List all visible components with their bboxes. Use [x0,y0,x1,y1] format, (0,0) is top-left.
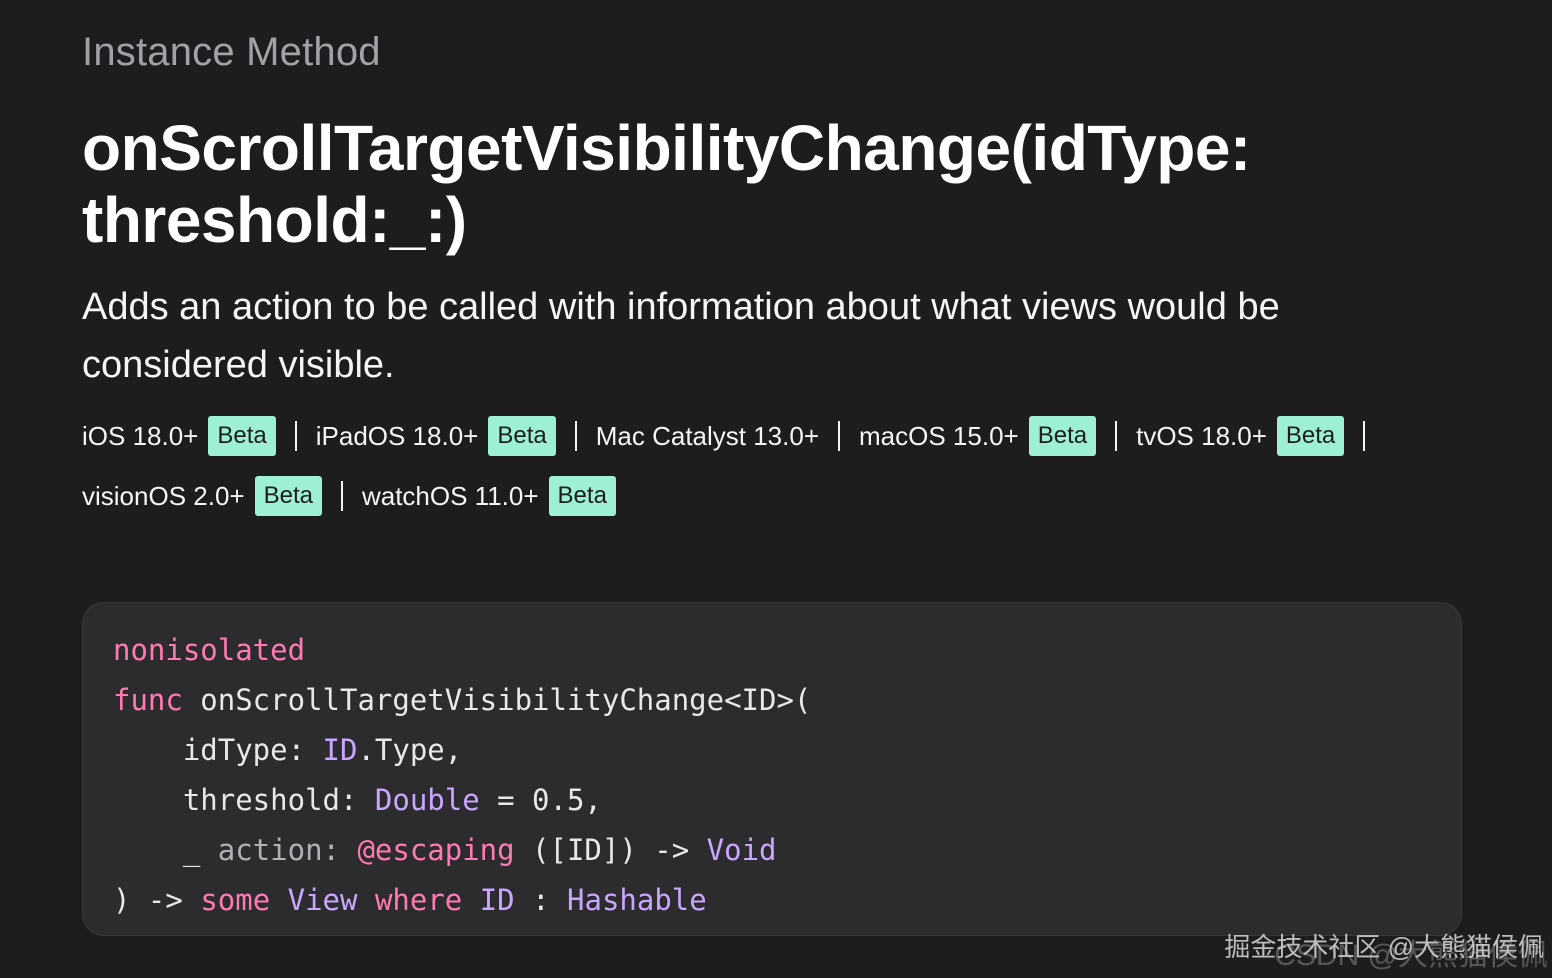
platform-name: iPadOS 18.0+ [315,420,479,451]
type-name[interactable]: ID [323,733,358,767]
param-label: action: [200,833,358,867]
page-title: onScrollTargetVisibilityChange(idType: t… [82,112,1442,256]
param-label: threshold: [182,783,375,817]
type-name[interactable]: View [288,883,358,917]
beta-badge: Beta [548,476,616,516]
abstract-text: Adds an action to be called with informa… [82,286,1280,386]
function-name: onScrollTargetVisibilityChange<ID>( [182,683,812,717]
code-text: ([ID]) -> [514,833,707,867]
platform-mac-catalyst: Mac Catalyst 13.0+ [596,416,819,456]
type-name[interactable]: Hashable [567,883,707,917]
beta-badge: Beta [254,476,322,516]
keyword: nonisolated [113,633,306,667]
type-name: ID [479,883,515,917]
code-text: .Type, [357,733,463,767]
beta-badge: Beta [208,416,276,456]
type-name[interactable]: Void [707,833,777,867]
symbol-kind-label: Instance Method [82,30,381,74]
code-line: ) -> some View where ID : Hashable [113,875,1431,925]
separator [294,421,297,451]
code-text: = 0.5, [479,783,602,817]
code-line: idType: ID.Type, [113,725,1431,775]
separator [838,421,841,451]
type-name[interactable]: Double [375,783,480,817]
platform-macos: macOS 15.0+ Beta [859,416,1097,456]
code-text: ) -> [113,883,201,917]
beta-badge: Beta [1276,416,1345,456]
platform-ipados: iPadOS 18.0+ Beta [316,416,556,456]
platform-watchos: watchOS 11.0+ Beta [362,476,616,516]
separator [340,481,343,511]
title-line-2: threshold:_:) [82,184,467,256]
code-text: : [514,883,568,917]
underscore: _ [182,833,201,867]
separator [1363,421,1366,451]
param-label: idType: [182,733,323,767]
code-line: threshold: Double = 0.5, [113,775,1431,825]
beta-badge: Beta [488,416,556,456]
platform-visionos: visionOS 2.0+ Beta [82,476,322,516]
beta-badge: Beta [1028,416,1097,456]
platform-name: tvOS 18.0+ [1136,420,1267,451]
code-line: func onScrollTargetVisibilityChange<ID>( [113,675,1431,725]
platform-ios: iOS 18.0+ Beta [82,416,276,456]
platform-name: Mac Catalyst 13.0+ [595,420,820,451]
platform-name: visionOS 2.0+ [82,480,245,511]
title-line-1: onScrollTargetVisibilityChange(idType: [82,112,1251,184]
keyword: func [113,683,183,717]
separator [1115,421,1118,451]
attribute: @escaping [357,833,515,867]
keyword: where [374,883,463,917]
separator [574,421,577,451]
code-line: nonisolated [113,625,1431,675]
declaration-code-block[interactable]: nonisolated func onScrollTargetVisibility… [82,602,1462,936]
platform-name: watchOS 11.0+ [361,480,539,511]
platform-name: macOS 15.0+ [859,420,1019,451]
platform-name: iOS 18.0+ [82,420,199,451]
keyword: some [200,883,271,917]
platform-availability-list: iOS 18.0+ Beta iPadOS 18.0+ Beta Mac Cat… [82,416,1466,516]
watermark-juejin: 掘金技术社区 @大熊猫侯佩 [1224,932,1544,962]
platform-tvos: tvOS 18.0+ Beta [1136,416,1345,456]
code-line: _ action: @escaping ([ID]) -> Void [113,825,1431,875]
